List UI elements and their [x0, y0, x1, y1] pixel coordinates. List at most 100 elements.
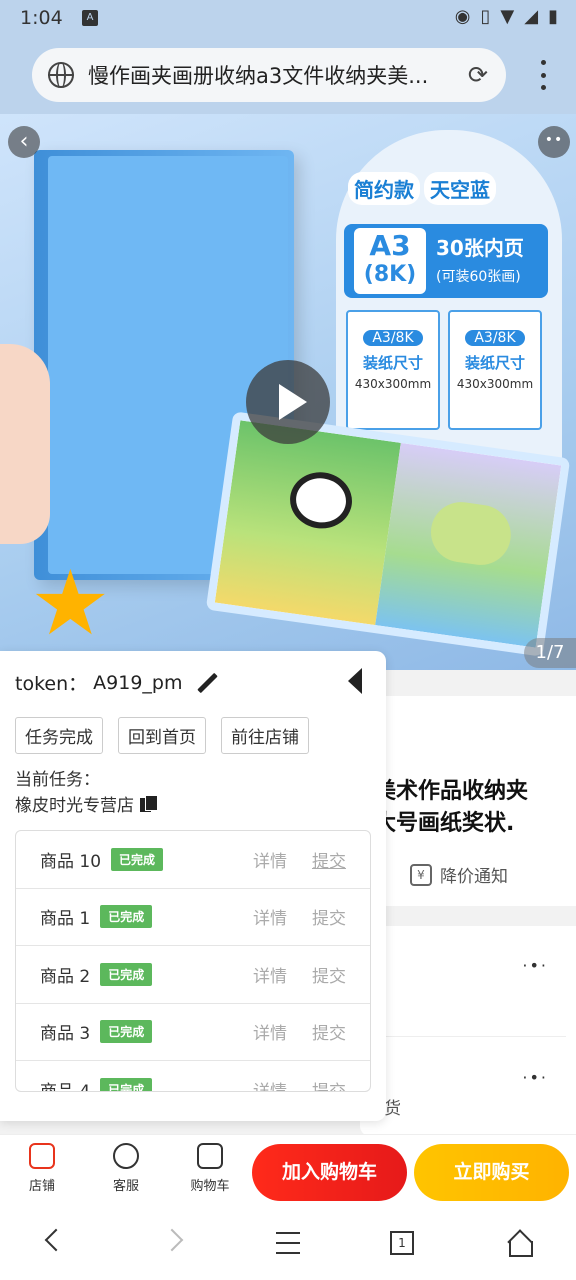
size-label: 装纸尺寸: [464, 354, 525, 372]
submit-link[interactable]: 提交: [312, 847, 346, 872]
go-store-button[interactable]: 前往店铺: [221, 717, 309, 754]
panda-drawing: [286, 468, 356, 533]
copy-icon[interactable]: [140, 794, 158, 813]
detail-link[interactable]: 详情: [253, 1019, 287, 1044]
edit-icon[interactable]: [196, 672, 218, 694]
item-name: 商品 3: [40, 1024, 91, 1045]
more-icon[interactable]: ••: [538, 126, 570, 158]
tabs-icon[interactable]: 1: [390, 1231, 414, 1255]
spec-pages: 30张内页: [436, 236, 524, 260]
status-time: 1:04: [20, 7, 63, 29]
table-row: 商品 4 已完成 详情 提交: [16, 1061, 370, 1091]
play-video-button[interactable]: [246, 360, 330, 444]
wifi-icon: ▼: [500, 6, 515, 27]
customer-service-button[interactable]: 客服: [96, 1143, 156, 1194]
price-alert-label: 降价通知: [440, 867, 508, 887]
submit-link[interactable]: 提交: [312, 1019, 346, 1044]
cart-button[interactable]: 购物车: [180, 1143, 240, 1194]
table-row: 商品 1 已完成 详情 提交: [16, 889, 370, 946]
globe-icon: [48, 62, 74, 88]
spec-size: A3 (8K): [354, 228, 426, 294]
size-label: 装纸尺寸: [362, 354, 423, 372]
forward-arrow-icon[interactable]: [160, 1228, 184, 1252]
spec-box: A3 (8K) 30张内页 (可装60张画): [344, 224, 548, 298]
item-name: 商品 2: [40, 966, 91, 987]
store-button[interactable]: 店铺: [12, 1143, 72, 1194]
page-indicator: 1/7: [524, 638, 576, 668]
chat-icon: [113, 1143, 139, 1169]
submit-link[interactable]: 提交: [312, 962, 346, 987]
tag-color: 天空蓝: [424, 172, 496, 205]
table-row: 商品 10 已完成 详情 提交: [16, 831, 370, 889]
size-pill: A3/8K: [363, 330, 423, 346]
detail-link[interactable]: 详情: [253, 1077, 287, 1091]
spec-capacity: (可装60张画): [436, 269, 521, 285]
url-bar[interactable]: 慢作画夹画册收纳a3文件收纳夹美... ⟳: [32, 48, 506, 102]
detail-link[interactable]: 详情: [253, 847, 287, 872]
current-task-label: 当前任务：: [15, 770, 100, 790]
product-info-card: 美术作品收纳夹 大号画纸奖状. ¥ 降价通知: [360, 696, 576, 906]
back-icon[interactable]: ‹: [8, 126, 40, 158]
task-panel: token： A919_pm 任务完成 回到首页 前往店铺 当前任务： 橡皮时光…: [0, 651, 386, 1121]
item-name: 商品 1: [40, 909, 91, 930]
browser-header: 1:04 A ◉ ▯ ▼ ◢ ▮ 慢作画夹画册收纳a3文件收纳夹美... ⟳: [0, 0, 576, 114]
home-icon[interactable]: [506, 1230, 533, 1257]
detail-link[interactable]: 详情: [253, 962, 287, 987]
back-arrow-icon[interactable]: [44, 1228, 68, 1252]
size-value: 430x300mm: [456, 377, 534, 391]
signal-icon: ◢: [524, 6, 539, 27]
browser-nav-bar: 1: [0, 1210, 576, 1280]
submit-link[interactable]: 提交: [312, 904, 346, 929]
product-image-carousel[interactable]: ★ 简约款 天空蓝 A3 (8K) 30张内页 (可装60张画) A3/8K 装…: [0, 114, 576, 670]
cart-icon: [197, 1143, 223, 1169]
panel-buttons: 任务完成 回到首页 前往店铺: [15, 717, 309, 754]
item-name: 商品 10: [40, 851, 102, 872]
submit-link[interactable]: 提交: [312, 1077, 346, 1091]
add-to-cart-button[interactable]: 加入购物车: [252, 1144, 407, 1201]
detail-link[interactable]: 详情: [253, 904, 287, 929]
task-complete-button[interactable]: 任务完成: [15, 717, 103, 754]
size-card: A3/8K 装纸尺寸 430x300mm: [346, 310, 440, 430]
back-home-button[interactable]: 回到首页: [118, 717, 206, 754]
browser-menu-icon[interactable]: [540, 60, 546, 90]
store-label: 店铺: [28, 1179, 55, 1194]
table-row: 商品 2 已完成 详情 提交: [16, 946, 370, 1004]
status-badge: 已完成: [100, 962, 153, 986]
size-value: 430x300mm: [354, 377, 432, 391]
size-card: A3/8K 装纸尺寸 430x300mm: [448, 310, 542, 430]
price-alert-button[interactable]: ¥ 降价通知: [410, 862, 508, 887]
frog-drawing: [427, 498, 515, 569]
product-title: 美术作品收纳夹 大号画纸奖状.: [374, 779, 529, 836]
product-action-bar: 店铺 客服 购物车 加入购物车 立即购买: [0, 1134, 576, 1210]
hand-image: [0, 344, 50, 544]
collapse-panel-icon[interactable]: [348, 668, 362, 694]
status-badge: 已完成: [100, 905, 153, 929]
status-badge: 已完成: [100, 1077, 153, 1091]
token-label: token：: [15, 673, 88, 695]
vibrate-icon: ▯: [480, 6, 491, 27]
cart-label: 购物车: [190, 1179, 230, 1194]
more-options-icon[interactable]: ·•·: [522, 1068, 548, 1087]
shop-row: 橡皮时光专营店: [15, 791, 158, 816]
token-value: A919_pm: [93, 671, 183, 694]
menu-icon[interactable]: [276, 1232, 300, 1254]
notification-icon: A: [82, 10, 98, 26]
shipping-text: 货: [384, 1099, 401, 1119]
spec-a3-text: A3: [369, 229, 411, 262]
status-badge: 已完成: [100, 1020, 153, 1044]
battery-icon: ▮: [548, 6, 558, 27]
price-tag-icon: ¥: [410, 863, 432, 886]
status-icons: ◉ ▯ ▼ ◢ ▮: [455, 6, 558, 27]
buy-now-button[interactable]: 立即购买: [414, 1144, 569, 1201]
url-title[interactable]: 慢作画夹画册收纳a3文件收纳夹美...: [88, 60, 448, 90]
more-options-icon[interactable]: ·•·: [522, 956, 548, 975]
size-pill: A3/8K: [465, 330, 525, 346]
service-label: 客服: [112, 1179, 139, 1194]
spec-8k-text: (8K): [363, 262, 417, 287]
reload-icon[interactable]: ⟳: [468, 61, 488, 89]
style-tags: 简约款 天空蓝: [348, 172, 496, 205]
star-decoration: ★: [30, 551, 111, 656]
task-item-list[interactable]: 商品 10 已完成 详情 提交 商品 1 已完成 详情 提交 商品 2 已完成 …: [15, 830, 371, 1092]
product-options-card: ·•· ·•· 货: [360, 926, 576, 1136]
store-icon: [29, 1143, 55, 1169]
